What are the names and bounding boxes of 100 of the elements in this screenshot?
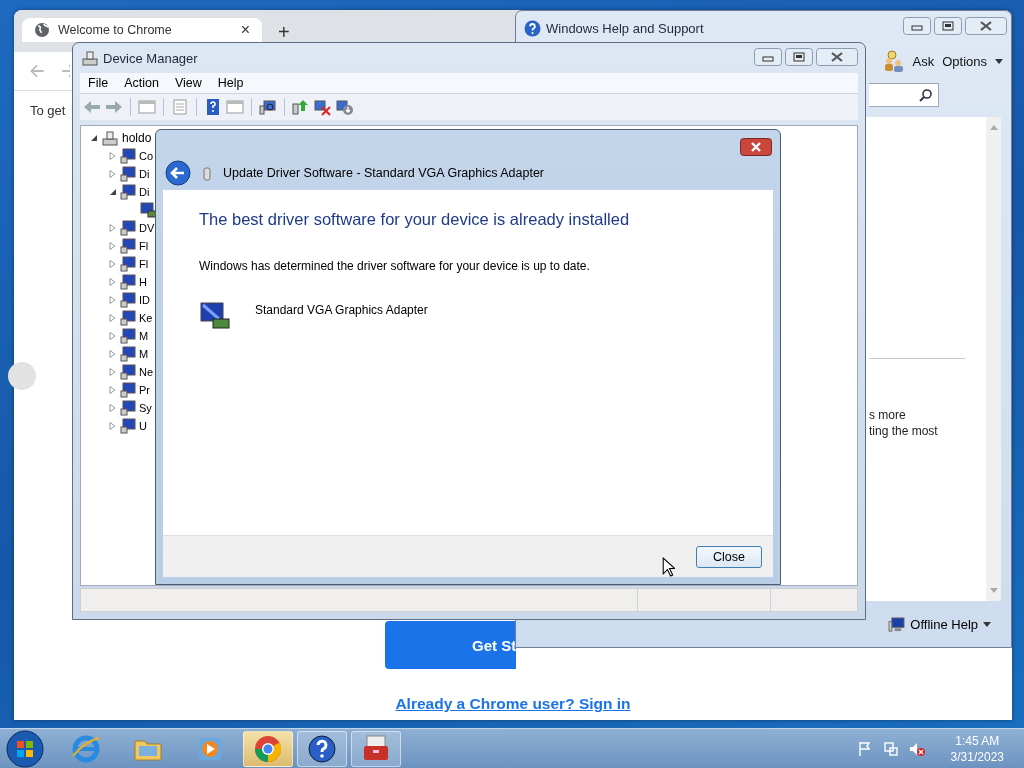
tree-item[interactable]: M	[139, 330, 149, 342]
tree-toggle-icon[interactable]	[109, 242, 117, 250]
tree-toggle-icon[interactable]	[109, 170, 117, 178]
tree-item[interactable]: Fl	[139, 240, 149, 252]
tree-item[interactable]: Sy	[139, 402, 152, 414]
dialog-heading: The best driver software for your device is already installed	[199, 210, 631, 229]
menu-item[interactable]: File	[80, 76, 117, 90]
tree-toggle-icon[interactable]	[109, 314, 117, 322]
close-button[interactable]	[816, 48, 858, 66]
sign-in-link[interactable]: Already a Chrome user? Sign in	[395, 695, 631, 713]
window-title: Windows Help and Support	[546, 20, 704, 36]
device-icon	[120, 364, 136, 380]
menu-item[interactable]: View	[166, 76, 210, 90]
device-icon	[120, 310, 136, 326]
tree-item[interactable]: holdo	[122, 131, 152, 145]
dialog-title: Update Driver Software - Standard VGA Graphics Adapter	[223, 166, 544, 180]
menu-item[interactable]: Action	[116, 76, 167, 90]
tree-toggle-icon[interactable]	[109, 152, 117, 160]
dialog-message: Windows has determined the driver software for your device is up to date.	[199, 259, 591, 273]
network-icon[interactable]	[882, 740, 899, 757]
maximize-button[interactable]	[785, 48, 813, 66]
tree-toggle-icon[interactable]	[109, 422, 117, 430]
device-icon	[120, 400, 136, 416]
back-button[interactable]	[165, 160, 191, 186]
tree-item[interactable]: Ke	[139, 312, 153, 324]
device-icon	[120, 184, 136, 200]
new-tab-button[interactable]: +	[278, 20, 290, 44]
search-icon[interactable]	[919, 88, 933, 102]
tree-item[interactable]: U	[139, 420, 147, 432]
close-button[interactable]: Close	[696, 545, 762, 568]
device-icon	[120, 148, 136, 164]
help-icon	[307, 733, 337, 764]
tree-item[interactable]: Ne	[139, 366, 154, 378]
device-icon	[120, 418, 136, 434]
tree-toggle-icon[interactable]	[109, 404, 117, 412]
globe-icon	[71, 733, 101, 764]
display-adapter-icon[interactable]	[140, 202, 156, 218]
device-icon	[203, 166, 211, 182]
device-icon	[120, 346, 136, 362]
tree-item[interactable]: ID	[139, 294, 150, 306]
device-icon	[120, 238, 136, 254]
tree-toggle-icon[interactable]	[109, 368, 117, 376]
device-icon	[120, 256, 136, 272]
get-started-button[interactable]: Get St	[385, 621, 516, 669]
help-icon[interactable]	[204, 98, 222, 116]
close-tab-button[interactable]: ×	[240, 21, 250, 39]
close-button[interactable]	[740, 138, 772, 156]
tree-toggle-icon[interactable]	[109, 224, 117, 232]
tree-toggle-icon[interactable]	[109, 188, 117, 196]
scan-icon[interactable]	[259, 98, 277, 116]
tree-item[interactable]: Di	[139, 186, 150, 198]
tab-title: Welcome to Chrome	[58, 23, 173, 37]
tree-item[interactable]: Fl	[139, 258, 149, 270]
people-icon	[882, 50, 905, 72]
device-icon	[120, 166, 136, 182]
options-menu[interactable]: Options	[942, 53, 987, 69]
help-text-line: ting the most	[869, 423, 939, 439]
tree-item[interactable]: Pr	[139, 384, 150, 396]
back-icon[interactable]	[83, 98, 101, 116]
tree-item[interactable]: H	[139, 276, 147, 288]
tree-toggle-icon[interactable]	[109, 350, 117, 358]
monitor-icon	[199, 299, 231, 331]
uninstall-icon[interactable]	[314, 98, 332, 116]
page-text: To get	[30, 103, 66, 118]
menu-item[interactable]: Help	[209, 76, 252, 90]
tree-toggle-icon[interactable]	[109, 278, 117, 286]
browser-tab[interactable]: Welcome to Chrome ×	[22, 18, 262, 42]
device-icon	[120, 292, 136, 308]
back-icon[interactable]	[28, 62, 46, 80]
tree-item[interactable]: M	[139, 348, 149, 360]
close-button[interactable]	[965, 17, 1007, 35]
tree-item[interactable]: Co	[139, 150, 154, 162]
device-icon	[120, 328, 136, 344]
ask-button[interactable]: Ask	[912, 53, 935, 69]
scroll-down-icon[interactable]	[989, 588, 998, 593]
tree-item[interactable]: DV	[139, 222, 155, 234]
device-icon	[120, 220, 136, 236]
taskbar-button[interactable]	[297, 730, 347, 767]
tree-toggle-icon[interactable]	[109, 260, 117, 268]
panel-icon[interactable]	[138, 98, 156, 116]
properties-icon[interactable]	[171, 98, 189, 116]
tree-toggle-icon[interactable]	[109, 332, 117, 340]
disable-icon[interactable]	[336, 98, 354, 116]
scrollbar[interactable]	[986, 117, 1001, 601]
tree-toggle-icon[interactable]	[109, 386, 117, 394]
flag-icon[interactable]	[856, 740, 873, 757]
caret-icon	[995, 58, 1003, 64]
mouse-pointer-icon	[662, 557, 675, 577]
scroll-up-icon[interactable]	[989, 125, 998, 130]
offline-help-menu[interactable]: Offline Help	[910, 616, 978, 632]
tree-toggle-icon[interactable]	[109, 296, 117, 304]
tree-toggle-icon[interactable]	[90, 134, 98, 142]
start-button[interactable]	[5, 728, 45, 768]
maximize-button[interactable]	[934, 17, 962, 35]
search-field[interactable]	[869, 83, 939, 107]
computer-icon	[888, 616, 906, 632]
device-icon	[120, 382, 136, 398]
help-text-line: s more	[869, 407, 907, 423]
tree-item[interactable]: Di	[139, 168, 150, 180]
update-driver-icon[interactable]	[292, 98, 310, 116]
